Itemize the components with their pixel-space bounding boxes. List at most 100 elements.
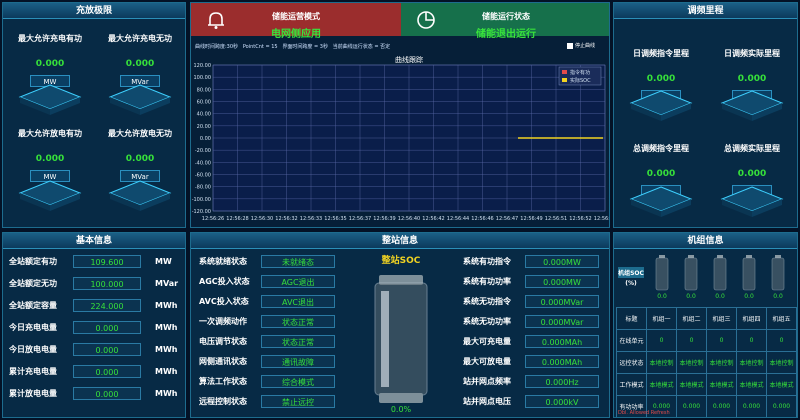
x-tick-label: 12:56:37 [349,216,371,222]
limits-title: 充放极限 [3,3,185,19]
units-cell: 0 [736,329,767,352]
units-cell: 本地控制 [706,351,737,374]
platform-icon [108,84,172,115]
station-right-label: 最大可放电量 [463,357,511,366]
x-tick-label: 12:56:32 [275,216,297,222]
basic-row-label: 全站额定容量 [9,301,57,310]
station-right-value: 0.000kV [525,395,599,408]
y-axis-ticks: 120.00 100.00 80.00 60.00 40.00 20.00 0.00 -20.… [192,63,211,215]
units-panel: 机组信息 机组SOC (%) 0.0 0.0 0.0 0.0 0.0 标题 机组一 机组二机… [613,232,798,418]
x-tick-label: 12:56:28 [226,216,248,222]
station-left-label: AVC投入状态 [199,297,249,306]
curve-info-bar: 曲线时间跨度:30秒 PointCnt = 15 界面时间跨度 = 3秒 当前曲… [195,43,390,50]
units-cell: 0.000 [736,395,767,417]
curve-info-count: PointCnt = 15 [242,44,278,50]
units-footer: Dbl. Allowed Refresh [618,410,670,416]
limit-discharge-reactive: 最大允许放电无功 0.000 MVar [95,128,185,183]
y-tick-label: -20.00 [195,148,211,154]
platform-icon [720,90,784,121]
bell-icon [208,12,224,29]
basic-row-unit: MWh [155,345,178,354]
units-cell: 0.000 [676,395,707,417]
basic-row-unit: MW [155,257,172,266]
x-axis-ticks: 12:56:26 12:56:28 12:56:30 12:56:32 12:56:33… [202,216,609,222]
units-row: 工作模式 本地模式 本地模式 本地模式 本地模式 本地模式 [616,373,797,396]
units-cell: 本地控制 [646,351,677,374]
basic-row-unit: MWh [155,301,178,310]
x-tick-label: 12:56:33 [300,216,322,222]
y-tick-label: 120.00 [194,63,212,69]
station-left-value: 通讯故障 [261,355,335,368]
dispatch-label: 日调频实际里程 [724,49,780,58]
basic-row-label: 今日充电电量 [9,323,57,332]
station-left-value: 禁止远控 [261,395,335,408]
station-right-label: 系统有功功率 [463,277,511,286]
x-tick-label: 12:56:47 [496,216,518,222]
dispatch-value: 0.000 [646,169,676,179]
x-tick-label: 12:56:40 [398,216,420,222]
y-tick-label: -100.00 [192,197,211,203]
legend-command: 指令有功 [570,69,590,76]
x-tick-label: 12:56:49 [520,216,542,222]
units-cell: 0 [676,329,707,352]
station-right-label: 站并网点电压 [463,397,511,406]
units-cell: 本地模式 [706,373,737,396]
x-tick-label: 12:56:46 [471,216,493,222]
units-header-cell: 机组四 [736,307,767,330]
y-tick-label: -40.00 [195,160,211,166]
station-right-value: 0.000MW [525,275,599,288]
units-title: 机组信息 [614,233,797,249]
y-tick-label: -80.00 [195,185,211,191]
units-row-label: 远控状态 [616,351,647,374]
station-left-label: 远程控制状态 [199,397,247,406]
station-right-label: 最大可充电量 [463,337,511,346]
y-tick-label: -120.00 [192,209,211,215]
pie-chart-icon [417,11,435,29]
station-right-value: 0.000MVar [525,315,599,328]
units-cell: 本地控制 [766,351,797,374]
stop-curve-label: 停止曲线 [574,43,595,49]
chart-title: 曲线跟踪 [395,55,423,64]
y-tick-label: 20.00 [197,124,211,130]
x-tick-label: 12:56:52 [569,216,591,222]
basic-row-label: 累计充电电量 [9,367,57,376]
dispatch-value: 0.000 [737,74,767,84]
station-right-label: 系统无功功率 [463,317,511,326]
basic-row-label: 今日放电电量 [9,345,57,354]
unit-battery-icon [742,255,756,291]
checkbox[interactable] [566,42,573,49]
basic-row-value: 100.000 [73,277,141,290]
units-cell: 本地控制 [736,351,767,374]
y-tick-label: 80.00 [197,87,211,93]
limit-charge-active: 最大允许充电有功 0.000 MW [5,33,95,88]
station-left-value: AVC退出 [261,295,335,308]
units-cell: 0 [766,329,797,352]
unit-soc-value: 0.0 [773,293,783,300]
units-cell: 0.000 [706,395,737,417]
stop-curve-toggle[interactable]: 停止曲线 [566,42,595,49]
platform-icon [18,180,82,211]
units-header-cell: 机组五 [766,307,797,330]
units-cell: 0.000 [677,418,707,419]
station-left-label: 算法工作状态 [199,377,247,386]
basic-info-title: 基本信息 [3,233,185,249]
units-cell: 0.000 [707,418,737,419]
units-cell: 0.000 [737,418,767,419]
basic-row-value: 0.000 [73,343,141,356]
limit-label: 最大允许充电有功 [18,34,82,43]
units-header-cell: 机组三 [706,307,737,330]
units-row: 无功功率0.0000.0000.0000.0000.000 [617,418,797,419]
station-right-label: 系统有功指令 [463,257,511,266]
run-status-banner: 储能运行状态 储能退出运行 [401,3,609,40]
unit-soc-value: 0.0 [715,293,725,300]
platform-icon [18,84,82,115]
limit-charge-reactive: 最大允许充电无功 0.000 MVar [95,33,185,88]
platform-icon [629,90,693,121]
station-right-value: 0.000MAh [525,335,599,348]
dispatch-label: 总调频指令里程 [633,144,689,153]
station-left-value: 状态正常 [261,335,335,348]
station-soc-title: 整站SOC [381,256,421,266]
units-header-cell: 机组一 [646,307,677,330]
legend-swatch-soc [562,78,567,82]
x-tick-label: 12:56:51 [545,216,567,222]
